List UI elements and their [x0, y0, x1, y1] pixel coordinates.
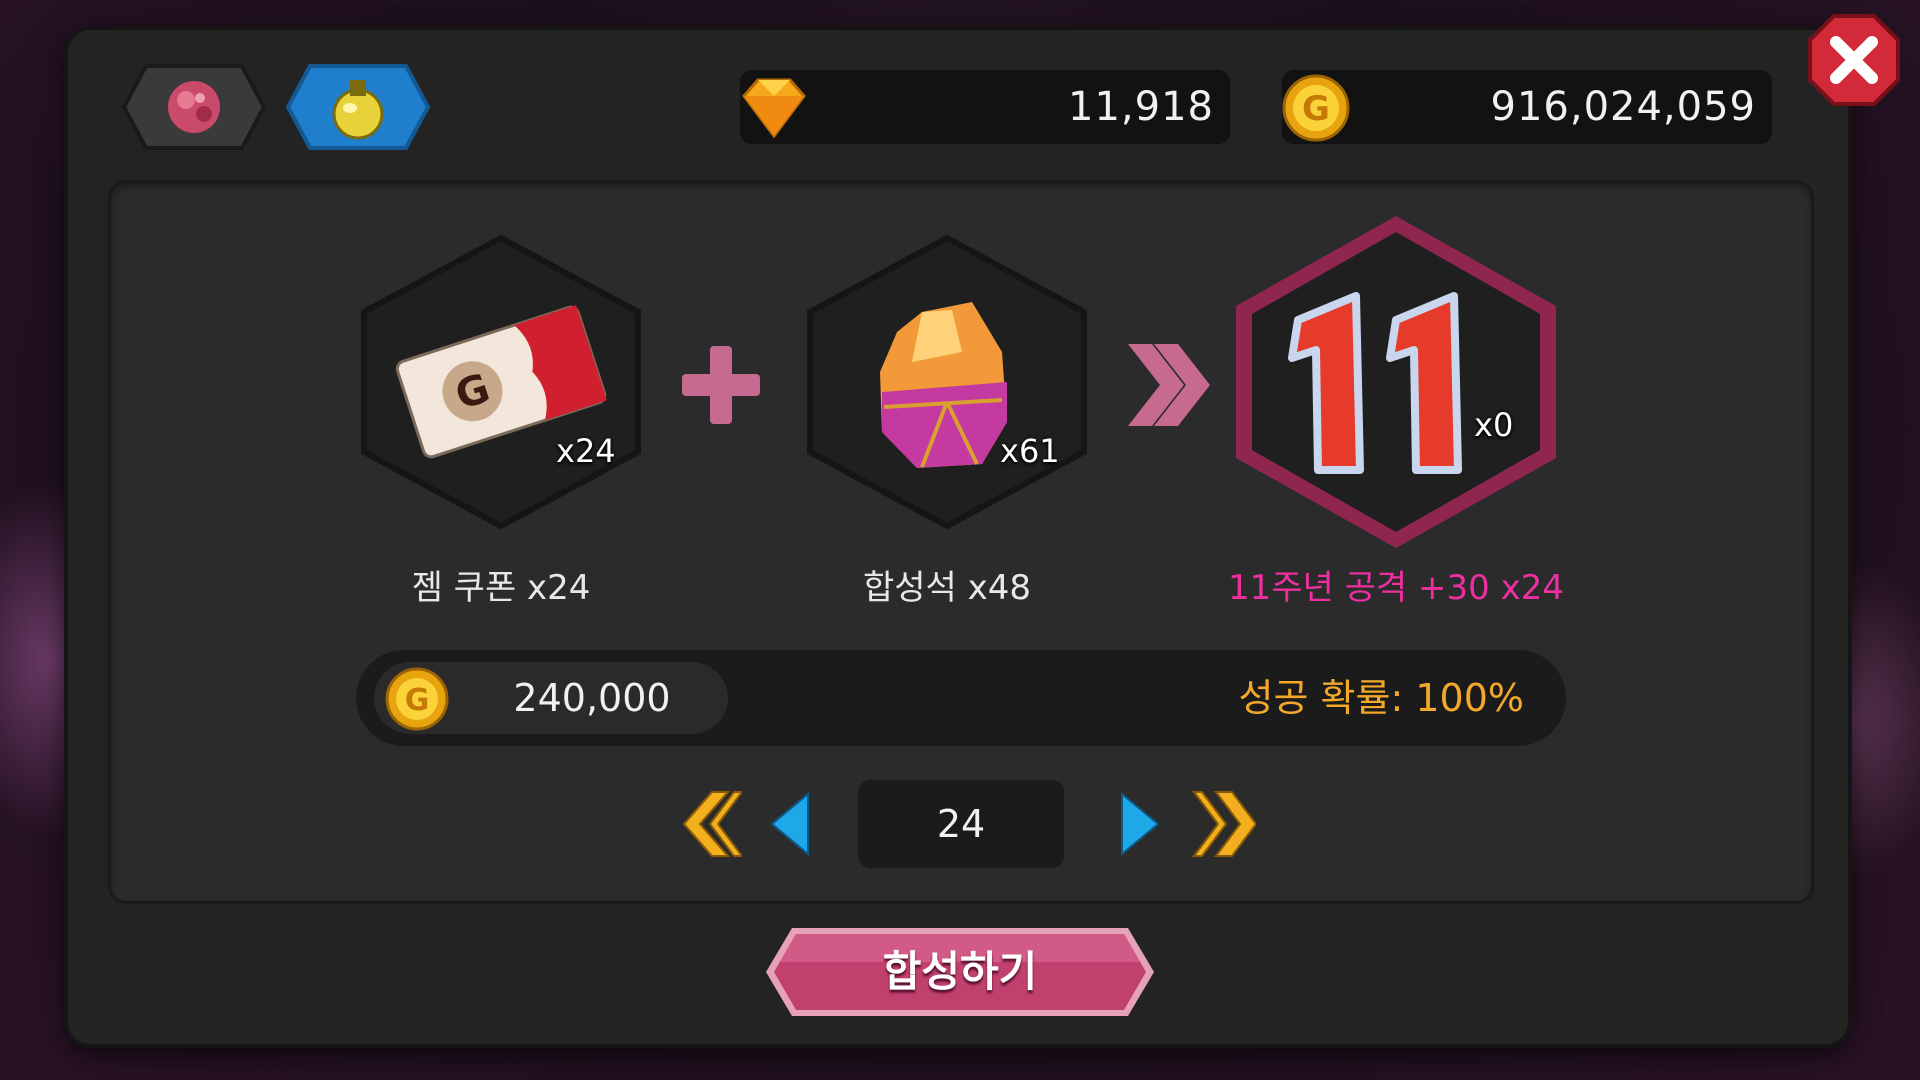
ruby-ore-icon — [168, 81, 220, 133]
double-chevron-right-icon — [1192, 791, 1256, 857]
tab-potion[interactable] — [284, 62, 432, 152]
svg-text:G: G — [1302, 89, 1330, 129]
diamond-icon — [742, 78, 806, 139]
close-icon — [1808, 14, 1900, 106]
ingredient-slot-coupon[interactable]: G x24 — [356, 232, 646, 532]
ingredient-label-stone: 합성석 x48 — [862, 568, 1032, 608]
stone-owned-qty: x61 — [1000, 432, 1060, 470]
gem-count: 11,918 — [1068, 84, 1214, 130]
gold-balance: G 916,024,059 — [1282, 70, 1772, 144]
gold-cost-value: 240,000 — [513, 676, 671, 720]
decrease-quantity-button[interactable] — [760, 786, 830, 862]
double-chevron-left-icon — [682, 791, 742, 857]
close-button[interactable] — [1804, 10, 1904, 110]
synthesize-label: 합성하기 — [882, 947, 1038, 996]
increase-quantity-button[interactable] — [1102, 786, 1172, 862]
ingredient-label-coupon: 젬 쿠폰 x24 — [411, 568, 591, 608]
plus-icon — [682, 346, 760, 424]
gold-cost: G 240,000 — [374, 662, 728, 734]
svg-text:G: G — [405, 683, 430, 718]
result-label: 11주년 공격 +30 x24 — [1228, 568, 1564, 608]
result-owned-qty: x0 — [1474, 406, 1514, 444]
gold-coin-icon: G — [385, 667, 449, 731]
result-slot[interactable]: x0 — [1228, 210, 1564, 554]
gold-coin-icon: G — [1282, 74, 1350, 142]
ingredient-slot-stone[interactable]: x61 — [802, 232, 1092, 532]
tab-ore[interactable] — [120, 62, 268, 152]
triangle-left-icon — [770, 791, 809, 857]
quantity-display[interactable]: 24 — [858, 780, 1064, 868]
success-rate: 성공 확률: 100% — [1238, 676, 1524, 720]
max-quantity-button[interactable] — [1186, 786, 1256, 862]
gem-balance: 11,918 — [740, 70, 1230, 144]
min-quantity-button[interactable] — [672, 786, 742, 862]
cost-bar: G 240,000 성공 확률: 100% — [356, 650, 1566, 746]
synthesize-button[interactable]: 합성하기 — [762, 924, 1158, 1020]
coupon-owned-qty: x24 — [556, 432, 616, 470]
triangle-right-icon — [1121, 791, 1160, 857]
double-chevron-right-icon — [1128, 344, 1210, 426]
gold-count: 916,024,059 — [1490, 84, 1756, 130]
